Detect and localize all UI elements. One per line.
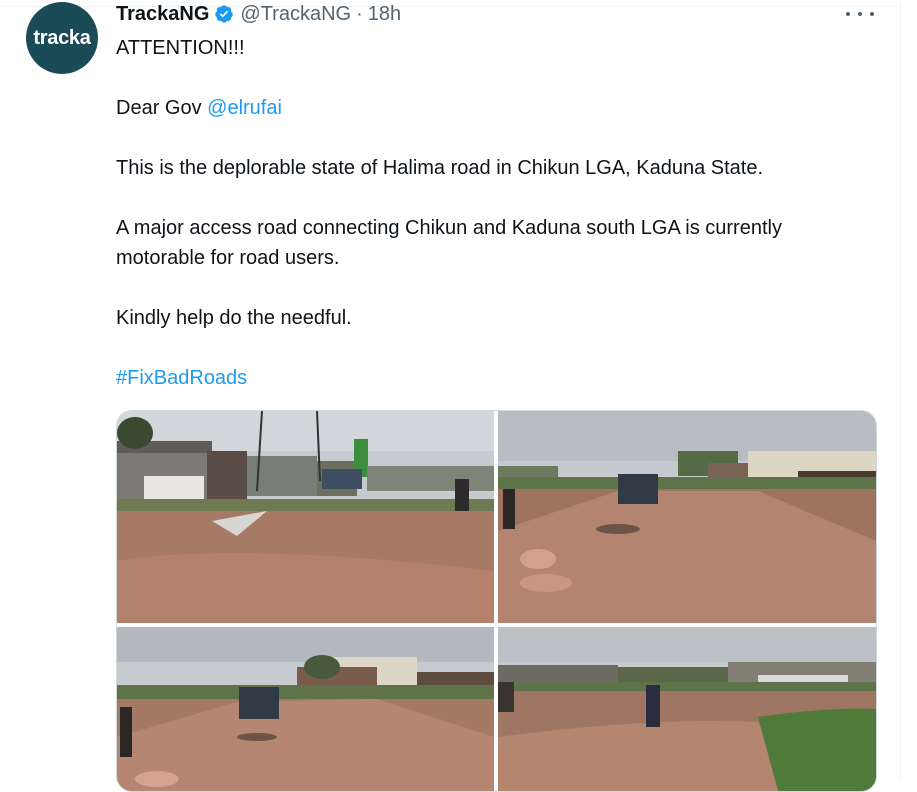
tweet-text-line: This is the deplorable state of Halima r…	[116, 157, 764, 179]
tweet-text-line: Dear Gov @elrufai	[116, 93, 886, 123]
tweet-text: Dear Gov	[116, 97, 208, 119]
photo-2[interactable]	[498, 411, 876, 623]
hashtag-link[interactable]: #FixBadRoads	[116, 367, 247, 389]
more-dots-icon[interactable]	[846, 4, 874, 24]
tweet-text-line: Kindly help do the needful.	[116, 307, 352, 329]
scroll-gutter	[900, 0, 917, 781]
media-grid	[116, 410, 877, 792]
mention-link[interactable]: @elrufai	[207, 97, 282, 119]
user-handle[interactable]: @TrackaNG	[240, 3, 351, 26]
avatar[interactable]: tracka	[26, 2, 98, 74]
photo-3[interactable]	[117, 627, 494, 791]
tweet-text-line: ATTENTION!!!	[116, 37, 245, 59]
avatar-logo-text: tracka	[33, 26, 91, 49]
photo-4[interactable]	[498, 627, 876, 791]
display-name[interactable]: TrackaNG	[116, 3, 209, 26]
tweet-timestamp[interactable]: 18h	[368, 3, 401, 26]
tweet-header: TrackaNG @TrackaNG · 18h	[116, 1, 401, 27]
tweet-card: tracka TrackaNG @TrackaNG · 18h ATTENTIO…	[0, 0, 917, 792]
verified-badge-icon	[214, 4, 234, 24]
photo-1[interactable]	[117, 411, 494, 623]
tweet-text-line: #FixBadRoads	[116, 363, 886, 393]
tweet-text-line: motorable for road users.	[116, 247, 340, 269]
separator-dot: ·	[356, 2, 363, 25]
tweet-text-line: A major access road connecting Chikun an…	[116, 217, 782, 239]
